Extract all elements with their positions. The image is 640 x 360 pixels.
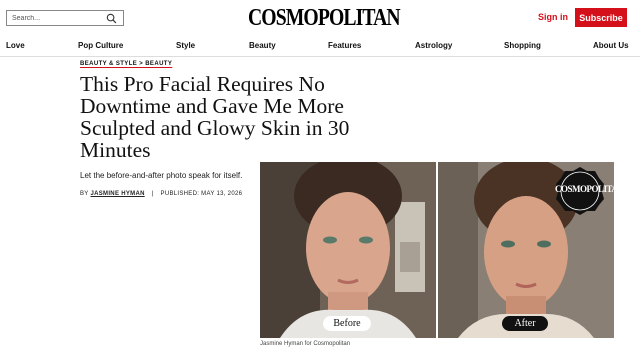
nav-item-style[interactable]: Style (176, 41, 195, 50)
byline-separator: | (151, 191, 154, 197)
article-title: This Pro Facial Requires No Downtime and… (80, 72, 350, 162)
nav-item-astrology[interactable]: Astrology (415, 41, 452, 50)
author-link[interactable]: JASMINE HYMAN (90, 191, 144, 197)
search-input[interactable] (12, 14, 102, 22)
main-nav: Love Pop Culture Style Beauty Features A… (0, 36, 640, 57)
search-icon[interactable] (106, 13, 117, 24)
search-box[interactable] (6, 10, 124, 26)
before-label: Before (323, 316, 371, 331)
byline: BY JASMINE HYMAN | PUBLISHED: MAY 13, 20… (80, 191, 242, 197)
byline-by: BY (80, 191, 89, 197)
nav-item-about-us[interactable]: About Us (593, 41, 629, 50)
breadcrumb[interactable]: BEAUTY & STYLE > BEAUTY (80, 61, 172, 67)
nav-item-shopping[interactable]: Shopping (504, 41, 541, 50)
photo-caption: Jasmine Hyman for Cosmopolitan (260, 341, 351, 347)
site-logo[interactable]: COSMOPOLITAN (248, 4, 401, 32)
nav-item-love[interactable]: Love (6, 41, 25, 50)
nav-item-features[interactable]: Features (328, 41, 361, 50)
nav-item-pop-culture[interactable]: Pop Culture (78, 41, 123, 50)
subscribe-button[interactable]: Subscribe (575, 8, 627, 27)
after-label: After (502, 316, 548, 331)
site-header: COSMOPOLITAN Sign in Subscribe (0, 0, 640, 36)
article-dek: Let the before-and-after photo speak for… (80, 171, 243, 180)
publish-date: PUBLISHED: MAY 13, 2026 (160, 191, 243, 197)
award-seal-text: COSMOPOLITAN (555, 184, 624, 194)
signin-link[interactable]: Sign in (538, 12, 568, 22)
nav-item-beauty[interactable]: Beauty (249, 41, 276, 50)
